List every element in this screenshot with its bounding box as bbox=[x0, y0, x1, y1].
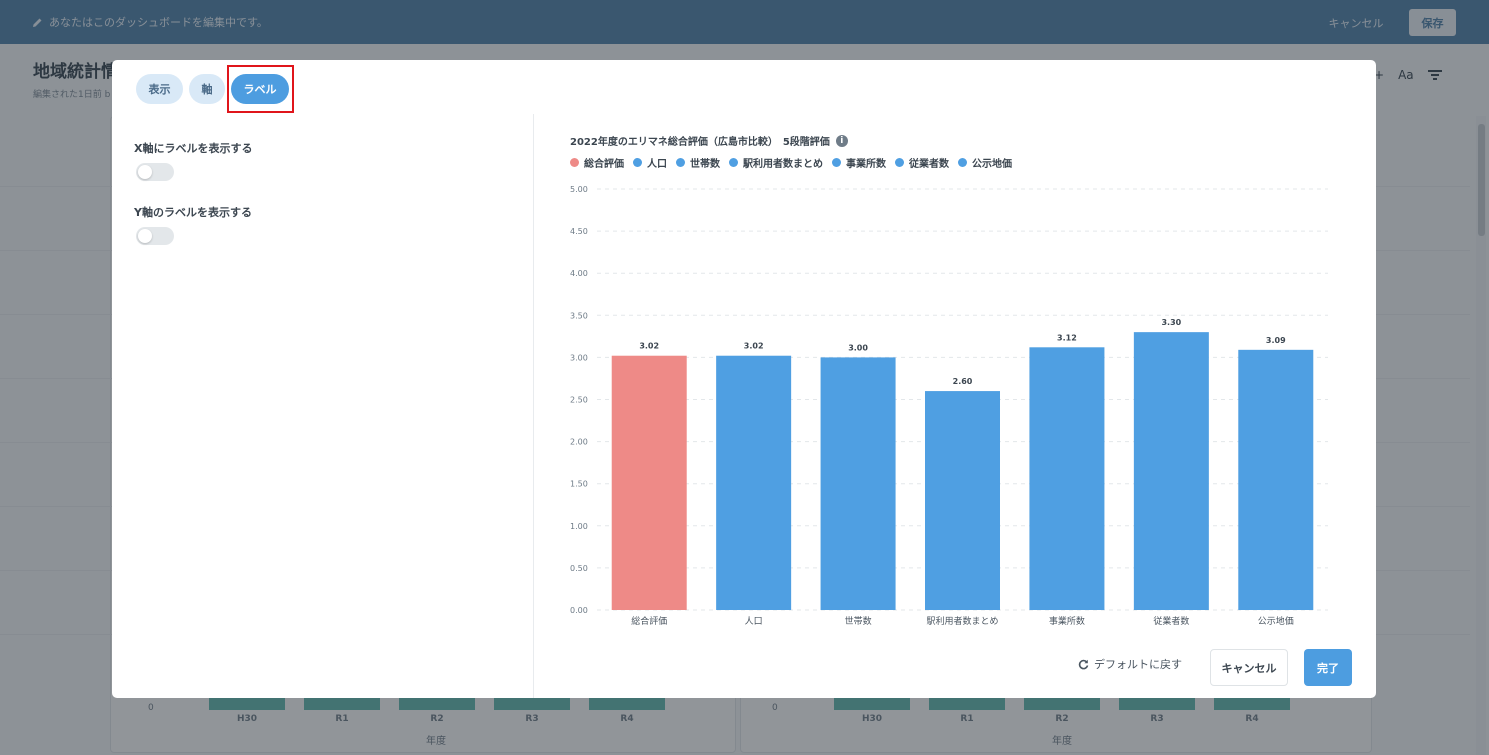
y-tick-label: 3.50 bbox=[570, 311, 588, 320]
y-tick-label: 4.00 bbox=[570, 269, 588, 278]
data-label: 3.09 bbox=[1266, 336, 1286, 345]
chart-settings-modal: 表示 軸 ラベル X軸にラベルを表示する Y軸のラベルを表示する 2022年度の… bbox=[112, 60, 1376, 698]
x-tick-label: 総合評価 bbox=[631, 615, 667, 627]
y-tick-label: 4.50 bbox=[570, 227, 588, 236]
y-tick-label: 3.00 bbox=[570, 353, 588, 362]
y-tick-label: 1.00 bbox=[570, 522, 588, 531]
data-label: 3.02 bbox=[744, 342, 764, 351]
data-label: 3.12 bbox=[1057, 333, 1077, 342]
bar bbox=[716, 355, 792, 610]
refresh-icon bbox=[1078, 659, 1089, 669]
y-tick-label: 0.00 bbox=[570, 606, 588, 615]
y-tick-label: 1.50 bbox=[570, 480, 588, 489]
x-tick-label: 駅利用者数まとめ bbox=[926, 615, 998, 627]
reset-default-button[interactable]: デフォルトに戻す bbox=[1078, 656, 1182, 672]
x-tick-label: 事業所数 bbox=[1049, 615, 1085, 627]
done-button[interactable]: 完了 bbox=[1304, 649, 1352, 686]
data-label: 2.60 bbox=[953, 377, 973, 386]
data-label: 3.02 bbox=[639, 342, 659, 351]
bar-chart: 0.00 0.50 1.00 1.50 2.00 2.50 3.00 3.50 4.00 4.50… bbox=[570, 185, 1328, 627]
bar bbox=[611, 355, 687, 610]
x-tick-label: 公示地価 bbox=[1258, 615, 1294, 627]
x-tick-label: 世帯数 bbox=[845, 615, 872, 627]
y-tick-label: 5.00 bbox=[570, 185, 588, 194]
y-tick-label: 2.50 bbox=[570, 396, 588, 405]
y-tick-label: 2.00 bbox=[570, 438, 588, 447]
cancel-button[interactable]: キャンセル bbox=[1210, 649, 1288, 686]
data-label: 3.00 bbox=[848, 343, 868, 352]
reset-default-label: デフォルトに戻す bbox=[1094, 659, 1182, 671]
bar bbox=[1238, 349, 1314, 610]
y-tick-label: 0.50 bbox=[570, 564, 588, 573]
data-label: 3.30 bbox=[1161, 318, 1181, 327]
bar bbox=[1133, 332, 1209, 610]
x-tick-label: 従業者数 bbox=[1153, 615, 1189, 627]
x-tick-label: 人口 bbox=[745, 616, 763, 627]
bar bbox=[820, 357, 896, 610]
bar bbox=[925, 391, 1000, 610]
bar bbox=[1029, 347, 1105, 610]
